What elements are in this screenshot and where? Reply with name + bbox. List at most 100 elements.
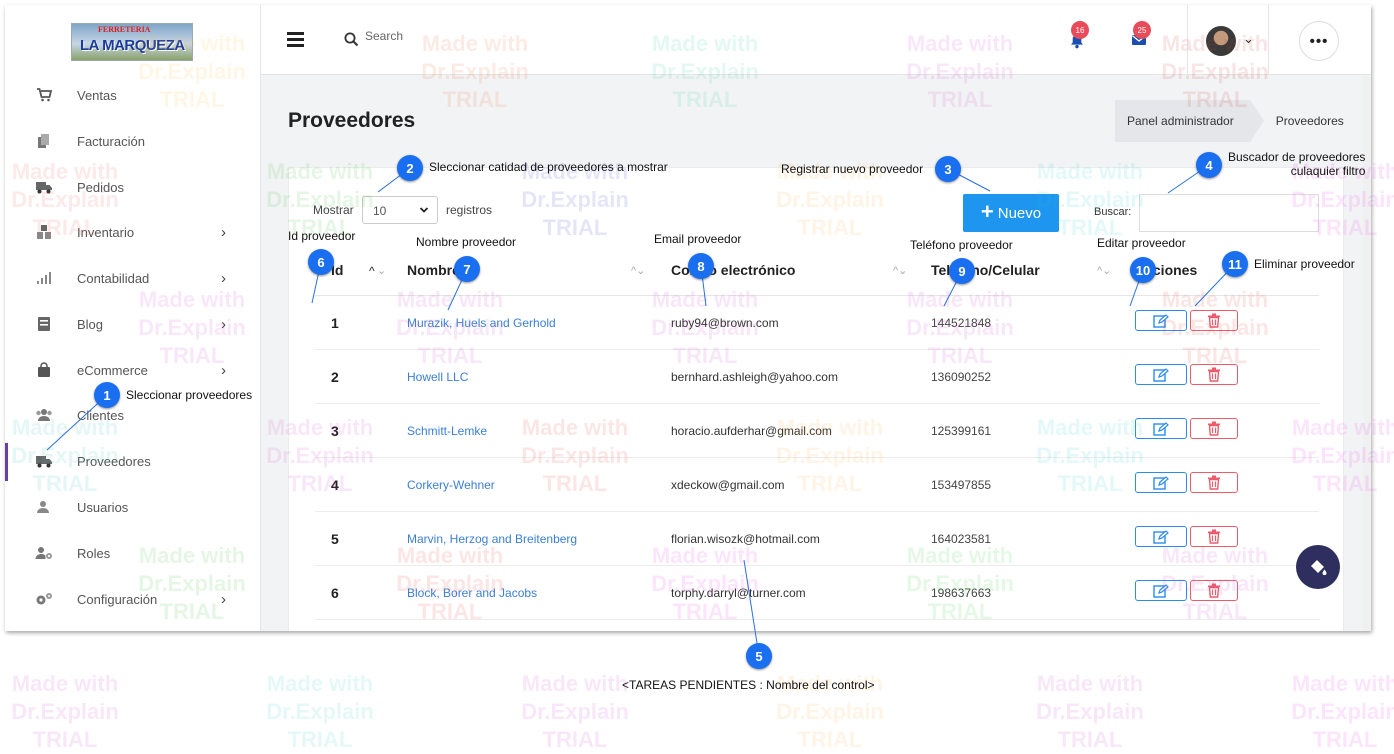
theme-customizer-button[interactable] [1296,545,1340,589]
sidebar-item-blog[interactable]: Blog › [5,304,261,344]
sort-icon[interactable]: ^⌄ [1097,264,1111,277]
plus-icon: + [980,199,994,224]
new-supplier-button[interactable]: + Nuevo [963,194,1059,232]
chevron-right-icon: › [221,315,226,333]
column-header-name[interactable]: Nombre [407,262,460,278]
gears-icon [35,591,53,607]
user-menu[interactable]: ⌄ [1187,5,1269,75]
edit-button[interactable] [1135,364,1187,385]
cell-phone: 198637663 [931,586,992,600]
callout-label: Id proveedor [288,229,356,243]
sidebar-item-usuarios[interactable]: Usuarios [5,487,261,527]
notifications-button[interactable]: 16 [1069,21,1089,54]
sort-asc-icon[interactable]: ^ [369,264,375,278]
notifications-badge: 16 [1071,21,1089,39]
sidebar-item-label: Blog [77,316,104,332]
supplier-name-link[interactable]: Corkery-Wehner [407,478,495,492]
callout-label: Editar proveedor [1097,236,1186,250]
callout-marker: 10 [1130,257,1156,283]
chevron-down-icon[interactable]: ⌄ [1243,31,1254,47]
cell-phone: 164023581 [931,532,992,546]
app-screenshot: FERRETERIA LA MARQUEZA Ventas Facturación… [5,5,1371,631]
supplier-name-link[interactable]: Howell LLC [407,370,468,384]
trash-icon [1208,529,1220,544]
edit-button[interactable] [1135,418,1187,439]
delete-button[interactable] [1190,364,1238,385]
supplier-name-link[interactable]: Murazik, Huels and Gerhold [407,316,556,330]
topbar: 16 25 ⌄ ••• [261,5,1371,75]
column-header-phone[interactable]: Teléfono/Celular [931,262,1040,278]
table-row: 1 Murazik, Huels and Gerhold ruby94@brown.… [315,296,1319,350]
supplier-name-link[interactable]: Schmitt-Lemke [407,424,487,438]
search-input[interactable] [365,29,515,43]
sort-icon[interactable]: ^⌄ [893,264,907,277]
edit-icon [1153,583,1169,598]
callout-label: Buscador de proveedores culaquier filtro [1228,150,1366,178]
chevron-down-icon [419,207,429,213]
chevron-right-icon: › [221,361,226,379]
sidebar-item-label: Inventario [77,224,135,240]
breadcrumb-item-panel[interactable]: Panel administrador [1115,100,1264,142]
sidebar-item-proveedores[interactable]: Proveedores [5,441,261,481]
cell-phone: 144521848 [931,316,992,330]
copy-icon [35,133,53,149]
sidebar-item-label: Contabilidad [77,270,150,286]
supplier-name-link[interactable]: Block, Borer and Jacobs [407,586,537,600]
cart-icon [35,87,53,103]
sidebar-item-inventario[interactable]: Inventario › [5,212,261,252]
edit-icon [1153,529,1169,544]
chevron-right-icon: › [221,590,226,608]
delete-button[interactable] [1190,580,1238,601]
truck-icon [35,179,53,195]
menu-toggle-icon[interactable] [287,32,304,47]
sidebar: FERRETERIA LA MARQUEZA Ventas Facturación… [5,5,261,631]
sidebar-item-label: Ventas [77,87,117,103]
sidebar-item-roles[interactable]: Roles [5,533,261,573]
page-size-select[interactable]: 10 [362,196,438,224]
cell-phone: 125399161 [931,424,992,438]
edit-button[interactable] [1135,310,1187,331]
cell-email: torphy.darryl@turner.com [671,586,806,600]
messages-badge: 25 [1133,21,1151,39]
callout-marker: 8 [688,253,714,279]
delete-button[interactable] [1190,526,1238,547]
chevron-right-icon: › [221,223,226,241]
callout-label: <TAREAS PENDIENTES : Nombre del control> [622,678,875,692]
cell-email: florian.wisozk@hotmail.com [671,532,820,546]
supplier-name-link[interactable]: Marvin, Herzog and Breitenberg [407,532,577,546]
sidebar-item-ventas[interactable]: Ventas [5,75,261,115]
delete-button[interactable] [1190,472,1238,493]
messages-button[interactable]: 25 [1131,21,1151,52]
callout-marker: 9 [949,258,975,284]
sidebar-item-pedidos[interactable]: Pedidos [5,167,261,207]
sidebar-item-ecommerce[interactable]: eCommerce › [5,350,261,390]
callout-label: Teléfono proveedor [910,238,1013,252]
callout-label: Nombre proveedor [416,235,517,249]
callout-marker: 1 [94,382,120,408]
logo-subtitle: FERRETERIA [98,25,151,34]
edit-button[interactable] [1135,472,1187,493]
delete-button[interactable] [1190,310,1238,331]
edit-button[interactable] [1135,526,1187,547]
sidebar-item-facturacin[interactable]: Facturación [5,121,261,161]
show-label: Mostrar [313,203,354,217]
new-supplier-label: Nuevo [997,204,1042,222]
edit-icon [1153,475,1169,490]
brand-logo[interactable]: FERRETERIA LA MARQUEZA [71,23,193,61]
sidebar-item-configuracin[interactable]: Configuración › [5,579,261,619]
table-row: 4 Corkery-Wehner xdeckow@gmail.com 15349785… [315,458,1319,512]
callout-marker: 7 [454,256,480,282]
edit-button[interactable] [1135,580,1187,601]
callout-marker: 11 [1222,251,1248,277]
search-icon[interactable] [344,32,359,47]
avatar[interactable] [1206,26,1236,56]
trash-icon [1208,475,1220,490]
sidebar-item-label: eCommerce [77,362,148,378]
delete-button[interactable] [1190,418,1238,439]
callout-marker: 6 [308,249,334,275]
sort-desc-icon[interactable]: ⌄ [377,264,386,277]
more-options-button[interactable]: ••• [1299,21,1339,61]
sort-icon[interactable]: ^⌄ [631,264,645,277]
table-search-input[interactable] [1139,194,1319,232]
sidebar-item-contabilidad[interactable]: Contabilidad › [5,258,261,298]
